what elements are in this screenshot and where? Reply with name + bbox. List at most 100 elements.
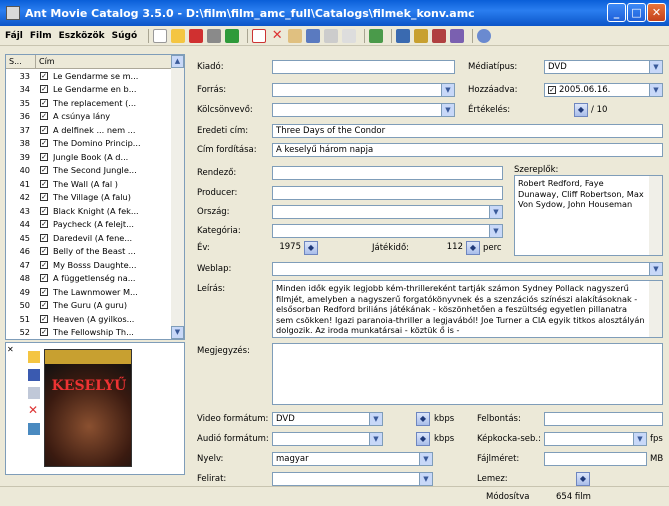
- chevron-down-icon[interactable]: ▼: [633, 433, 646, 445]
- chevron-down-icon[interactable]: ▼: [419, 453, 432, 465]
- list-item[interactable]: 42 ✓ The Village (A falu): [6, 191, 184, 205]
- item-checkbox[interactable]: ✓: [40, 287, 48, 296]
- save-icon[interactable]: [189, 28, 204, 43]
- publisher-field[interactable]: [272, 60, 455, 74]
- category-dropdown[interactable]: ▼: [272, 224, 503, 238]
- audio-bitrate-field[interactable]: [388, 432, 415, 446]
- load-picture-icon[interactable]: [28, 351, 40, 363]
- chevron-down-icon[interactable]: ▼: [489, 206, 502, 218]
- item-checkbox[interactable]: ✓: [40, 301, 48, 310]
- script-icon[interactable]: [450, 28, 465, 43]
- language-dropdown[interactable]: magyar ▼: [272, 452, 433, 466]
- director-field[interactable]: [272, 166, 503, 180]
- item-checkbox[interactable]: ✓: [40, 98, 48, 107]
- item-checkbox[interactable]: ✓: [40, 220, 48, 229]
- chevron-down-icon[interactable]: ▼: [441, 104, 454, 116]
- media-type-dropdown[interactable]: DVD ▼: [544, 60, 663, 74]
- menu-tools[interactable]: Eszközök: [59, 31, 105, 41]
- copy-icon[interactable]: [324, 28, 339, 43]
- list-item[interactable]: 38 ✓ The Domino Princip...: [6, 137, 184, 151]
- item-checkbox[interactable]: ✓: [40, 179, 48, 188]
- producer-field[interactable]: [272, 186, 503, 200]
- runtime-spinner[interactable]: ◆: [466, 241, 480, 255]
- chevron-down-icon[interactable]: ▼: [441, 84, 454, 96]
- column-title-header[interactable]: Cím: [36, 55, 171, 68]
- paste-icon[interactable]: [342, 28, 357, 43]
- item-checkbox[interactable]: ✓: [40, 139, 48, 148]
- item-checkbox[interactable]: ✓: [40, 233, 48, 242]
- item-checkbox[interactable]: ✓: [40, 125, 48, 134]
- menu-film[interactable]: Film: [30, 31, 52, 41]
- help-icon[interactable]: [477, 28, 492, 43]
- scroll-up-button[interactable]: ▲: [171, 55, 184, 68]
- list-item[interactable]: 40 ✓ The Second Jungle...: [6, 164, 184, 178]
- chevron-down-icon[interactable]: ▼: [649, 61, 662, 73]
- stats-icon[interactable]: [432, 28, 447, 43]
- chevron-down-icon[interactable]: ▼: [649, 84, 662, 96]
- picture-info-icon[interactable]: [28, 423, 40, 435]
- list-item[interactable]: 43 ✓ Black Knight (A fek...: [6, 204, 184, 218]
- list-item[interactable]: 49 ✓ The Lawnmower M...: [6, 285, 184, 299]
- discs-spinner[interactable]: ◆: [576, 472, 590, 486]
- movie-list[interactable]: S... Cím 33 ✓ Le Gendarme se m... 34 ✓ Le Gen…: [5, 54, 185, 340]
- add-movie-icon[interactable]: [252, 28, 267, 43]
- column-number-header[interactable]: S...: [6, 55, 36, 68]
- scroll-down-button[interactable]: ▼: [171, 326, 184, 339]
- description-textarea[interactable]: Minden idők egyik legjobb kém-thrillerek…: [272, 280, 663, 338]
- sort-icon[interactable]: [396, 28, 411, 43]
- search-icon[interactable]: [288, 28, 303, 43]
- notes-textarea[interactable]: [272, 343, 663, 405]
- list-item[interactable]: 35 ✓ The replacement (...: [6, 96, 184, 110]
- new-icon[interactable]: [153, 28, 168, 43]
- audio-format-dropdown[interactable]: ▼: [272, 432, 383, 446]
- open-icon[interactable]: [171, 28, 186, 43]
- framerate-dropdown[interactable]: ▼: [544, 432, 647, 446]
- item-checkbox[interactable]: ✓: [40, 71, 48, 80]
- close-picture-icon[interactable]: ✕: [7, 345, 14, 354]
- item-checkbox[interactable]: ✓: [40, 112, 48, 121]
- item-checkbox[interactable]: ✓: [40, 314, 48, 323]
- source-dropdown[interactable]: ▼: [272, 83, 455, 97]
- arrow-icon[interactable]: [225, 28, 240, 43]
- list-item[interactable]: 37 ✓ A delfinek ... nem ...: [6, 123, 184, 137]
- video-format-dropdown[interactable]: DVD ▼: [272, 412, 383, 426]
- date-added-picker[interactable]: ✓ 2005.06.16. ▼: [544, 83, 663, 97]
- print-icon[interactable]: [207, 28, 222, 43]
- original-title-field[interactable]: Three Days of the Condor: [272, 124, 663, 138]
- runtime-field[interactable]: 112: [436, 241, 466, 255]
- resolution-field[interactable]: [544, 412, 663, 426]
- subtitles-dropdown[interactable]: ▼: [272, 472, 433, 486]
- group-icon[interactable]: [414, 28, 429, 43]
- audio-bitrate-spinner[interactable]: ◆: [416, 432, 430, 446]
- view-icon[interactable]: [369, 28, 384, 43]
- menu-file[interactable]: Fájl: [5, 31, 23, 41]
- item-checkbox[interactable]: ✓: [40, 328, 48, 337]
- item-checkbox[interactable]: ✓: [40, 206, 48, 215]
- year-spinner[interactable]: ◆: [304, 241, 318, 255]
- borrower-dropdown[interactable]: ▼: [272, 103, 455, 117]
- discs-field[interactable]: [544, 472, 574, 486]
- item-checkbox[interactable]: ✓: [40, 274, 48, 283]
- year-field[interactable]: 1975: [272, 241, 304, 255]
- list-scrollbar[interactable]: ▲ ▼: [171, 55, 184, 339]
- list-item[interactable]: 44 ✓ Paycheck (A felejt...: [6, 218, 184, 232]
- chevron-down-icon[interactable]: ▼: [419, 473, 432, 485]
- translated-title-field[interactable]: A keselyű három napja: [272, 143, 663, 157]
- item-checkbox[interactable]: ✓: [40, 193, 48, 202]
- image-icon[interactable]: [306, 28, 321, 43]
- delete-picture-icon[interactable]: ✕: [28, 403, 38, 417]
- chevron-down-icon[interactable]: ▼: [649, 263, 662, 275]
- item-checkbox[interactable]: ✓: [40, 85, 48, 94]
- list-item[interactable]: 39 ✓ Jungle Book (A d...: [6, 150, 184, 164]
- close-button[interactable]: ✕: [647, 3, 666, 22]
- list-item[interactable]: 48 ✓ A függetlenség na...: [6, 272, 184, 286]
- item-checkbox[interactable]: ✓: [40, 260, 48, 269]
- menu-help[interactable]: Súgó: [112, 31, 138, 41]
- list-item[interactable]: 45 ✓ Daredevil (A fene...: [6, 231, 184, 245]
- chevron-down-icon[interactable]: ▼: [369, 413, 382, 425]
- maximize-button[interactable]: □: [627, 3, 646, 22]
- delete-icon[interactable]: ✕: [270, 29, 284, 43]
- list-item[interactable]: 50 ✓ The Guru (A guru): [6, 299, 184, 313]
- cast-textarea[interactable]: Robert Redford, Faye Dunaway, Cliff Robe…: [514, 175, 663, 256]
- copy-picture-icon[interactable]: [28, 387, 40, 399]
